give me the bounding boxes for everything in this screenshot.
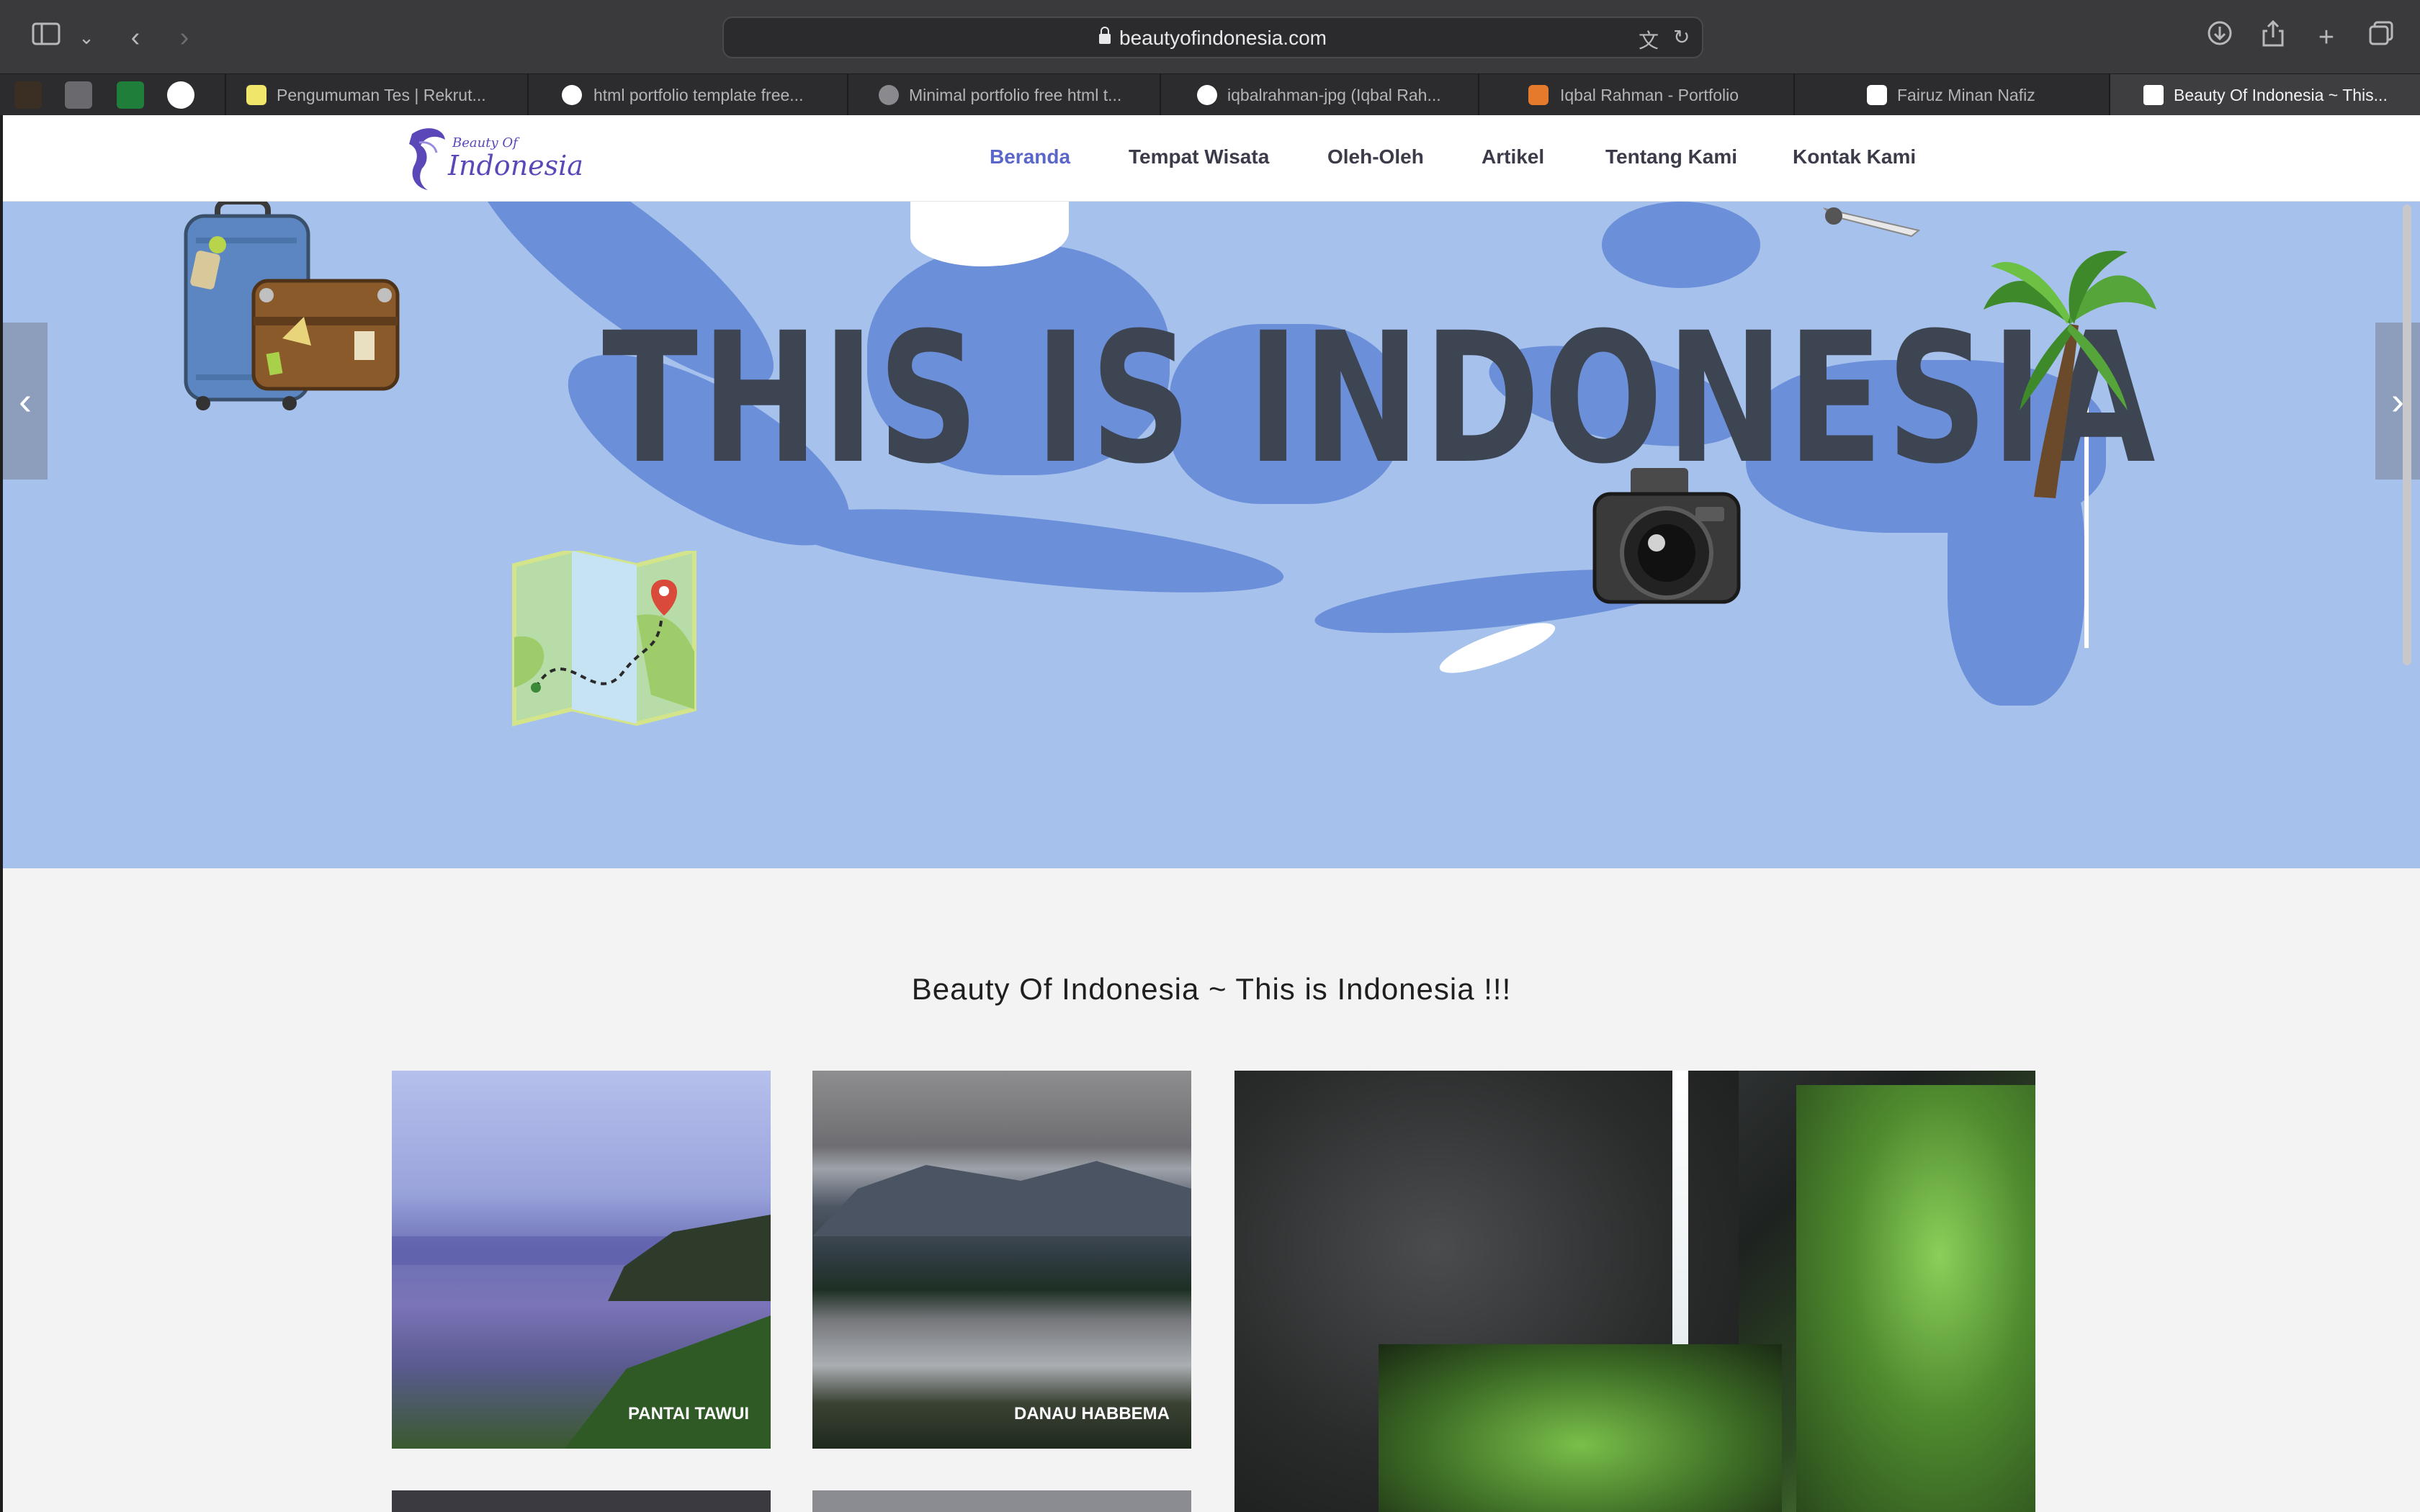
nav-artikel[interactable]: Artikel [1482, 145, 1544, 168]
page-scrollbar[interactable] [2403, 204, 2411, 665]
browser-toolbar: ⌄ ‹ › beautyofindonesia.com 文 ↻ + [0, 0, 2420, 73]
nav-oleh-oleh[interactable]: Oleh-Oleh [1327, 145, 1424, 168]
chevron-down-icon[interactable]: ⌄ [69, 20, 104, 55]
tab-pengumuman[interactable]: Pengumuman Tes | Rekrut... [225, 74, 527, 116]
tab-fairuz[interactable]: Fairuz Minan Nafiz [1793, 74, 2109, 116]
url-text: beautyofindonesia.com [1119, 27, 1327, 49]
bird-icon [409, 128, 445, 190]
hero-title: THIS IS INDONESIA [602, 294, 2159, 503]
site-navbar: Beauty Of Indonesia Beranda Tempat Wisat… [3, 115, 2420, 202]
favicon-icon [246, 85, 266, 105]
download-icon[interactable] [2202, 20, 2237, 55]
scissors-icon [1822, 207, 1921, 238]
new-tab-icon[interactable]: + [2309, 20, 2344, 55]
flame-icon [1528, 85, 1549, 105]
section-title: Beauty Of Indonesia ~ This is Indonesia … [911, 972, 1512, 1006]
back-icon[interactable]: ‹ [118, 20, 153, 55]
nav-beranda[interactable]: Beranda [990, 145, 1070, 168]
google-icon [562, 85, 582, 105]
suitcase-icon [184, 202, 400, 410]
share-icon[interactable] [2256, 19, 2290, 55]
nav-tempat-wisata[interactable]: Tempat Wisata [1129, 145, 1269, 168]
favicon-icon [879, 85, 899, 105]
tile-pantai-tawui[interactable]: PANTAI TAWUI [392, 1071, 771, 1449]
carousel-prev-button[interactable]: ‹ [3, 323, 48, 480]
translate-icon[interactable]: 文 [1639, 25, 1659, 54]
reload-icon[interactable]: ↻ [1673, 25, 1690, 49]
github-icon [1197, 85, 1217, 105]
tile-row2-1[interactable] [392, 1490, 771, 1512]
favicon-icon [1867, 85, 1887, 105]
tab-github-profile[interactable]: iqbalrahman-jpg (Iqbal Rah... [1160, 74, 1478, 116]
sidebar-icon[interactable] [29, 20, 63, 55]
tile-row2-2[interactable] [812, 1490, 1191, 1512]
nav-kontak-kami[interactable]: Kontak Kami [1793, 145, 1916, 168]
tile-waterfall[interactable] [1234, 1071, 2035, 1512]
tabs-overview-icon[interactable] [2364, 20, 2398, 55]
web-page: Beauty Of Indonesia Beranda Tempat Wisat… [3, 115, 2420, 1512]
pinned-tab-2[interactable] [65, 81, 92, 109]
tab-minimal-portfolio[interactable]: Minimal portfolio free html t... [847, 74, 1160, 116]
address-bar[interactable]: beautyofindonesia.com 文 ↻ [722, 17, 1703, 58]
tile-danau-habbema[interactable]: DANAU HABBEMA [812, 1071, 1191, 1449]
pinned-tab-1[interactable] [14, 81, 42, 109]
tab-bar: Pengumuman Tes | Rekrut... html portfoli… [0, 73, 2420, 116]
tab-iqbal-portfolio[interactable]: Iqbal Rahman - Portfolio [1478, 74, 1793, 116]
palm-tree-icon [1984, 251, 2156, 498]
lock-icon [1099, 27, 1111, 44]
site-logo[interactable]: Beauty Of Indonesia [403, 121, 583, 196]
hero-banner: THIS IS INDONESIA ‹ › [3, 202, 2420, 868]
carousel-next-button[interactable]: › [2375, 323, 2420, 480]
tile-label: PANTAI TAWUI [628, 1404, 749, 1423]
tile-label: DANAU HABBEMA [1014, 1404, 1170, 1423]
forward-icon[interactable]: › [167, 20, 202, 55]
github-icon[interactable] [167, 81, 194, 109]
tab-beauty-of-indonesia[interactable]: Beauty Of Indonesia ~ This... [2109, 74, 2420, 116]
camera-icon [1592, 468, 1741, 604]
folded-map-icon [512, 551, 696, 726]
nav-tentang-kami[interactable]: Tentang Kami [1605, 145, 1737, 168]
pinned-tab-3[interactable] [117, 81, 144, 109]
favicon-icon [2143, 85, 2164, 105]
